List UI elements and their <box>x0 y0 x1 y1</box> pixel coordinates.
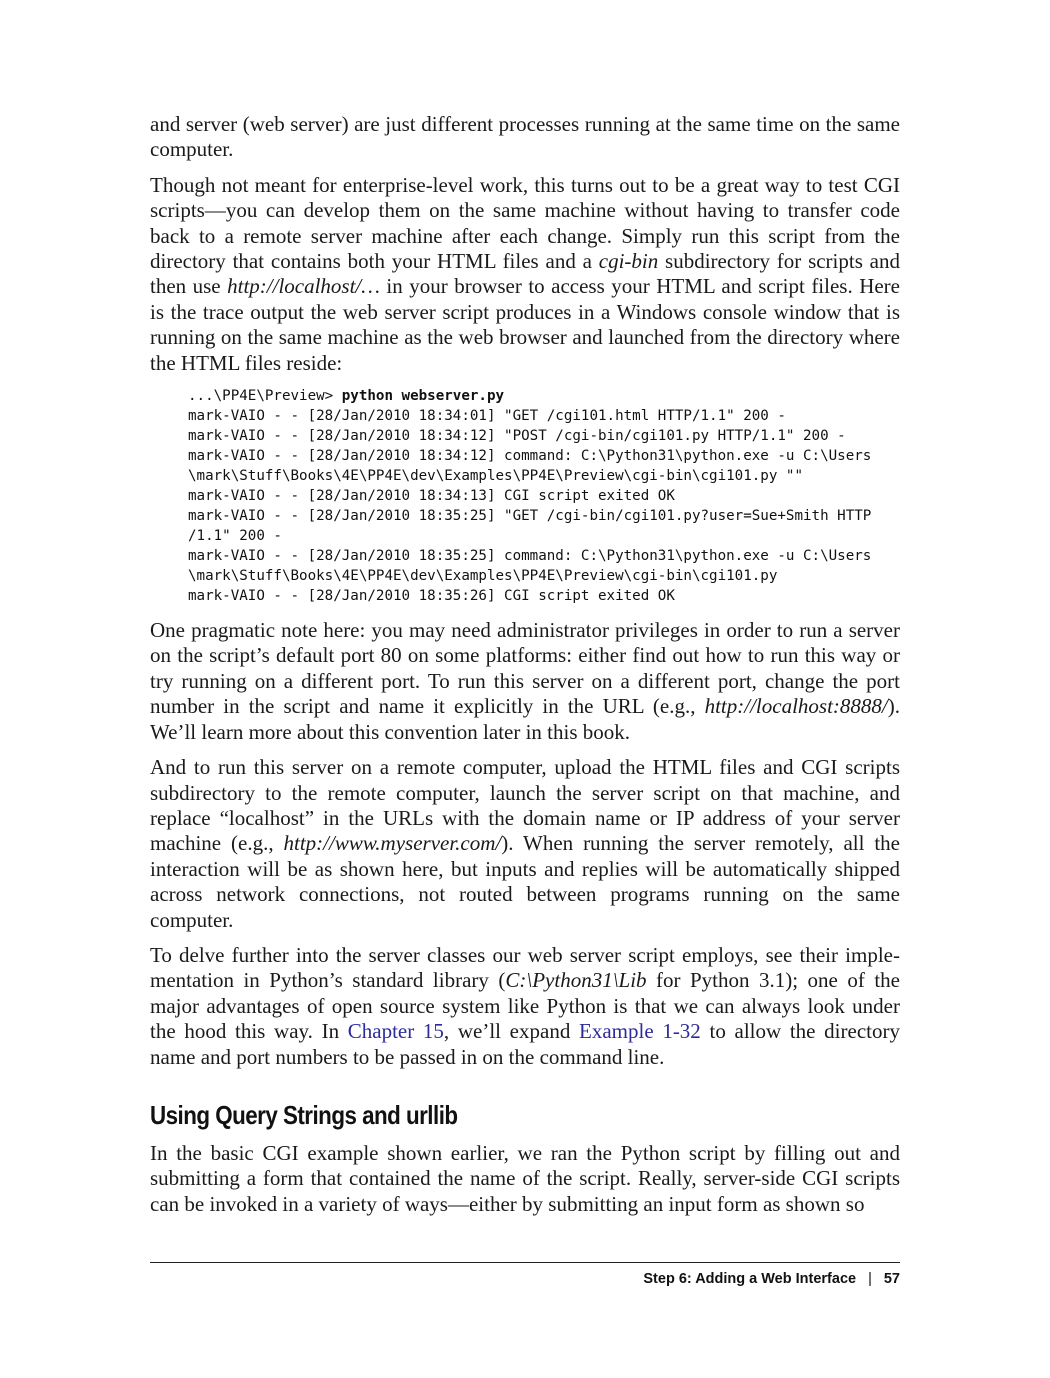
console-command: python webserver.py <box>341 388 505 405</box>
console-output: mark-VAIO - - [28/Jan/2010 18:34:01] "GE… <box>188 408 872 605</box>
cgi-bin-term: cgi-bin <box>598 249 659 274</box>
console-prompt: ...\PP4E\Preview> <box>188 388 342 405</box>
paragraph-text: , we’ll expand <box>443 1019 579 1044</box>
example-1-32-link[interactable]: Example 1-32 <box>579 1019 701 1043</box>
paragraph-testing-cgi: Though not meant for enterprise-level wo… <box>150 173 900 376</box>
page-number: 57 <box>883 1271 900 1287</box>
localhost-port-url: http://localhost:8888/ <box>704 694 888 719</box>
localhost-url: http://localhost/… <box>227 274 380 299</box>
console-trace-code-block: ...\PP4E\Preview> python webserver.py ma… <box>188 386 900 606</box>
footer-divider <box>150 1262 900 1263</box>
footer-title: Step 6: Adding a Web Interface <box>643 1271 857 1287</box>
page-content: and server (web server) are just differe… <box>150 112 900 1227</box>
chapter-15-link[interactable]: Chapter 15 <box>348 1019 444 1043</box>
page-footer: Step 6: Adding a Web Interface | 57 <box>643 1271 900 1287</box>
python-lib-path: C:\Python31\Lib <box>505 968 647 993</box>
footer-separator: | <box>868 1271 872 1287</box>
myserver-url: http://www.myserver.com/ <box>283 831 502 856</box>
paragraph-intro: and server (web server) are just differe… <box>150 112 900 163</box>
section-heading: Using Query Strings and urllib <box>150 1099 458 1130</box>
paragraph-query-strings: In the basic CGI example shown earlier, … <box>150 1141 900 1217</box>
paragraph-text: In the basic CGI example shown earlier, … <box>150 1140 900 1216</box>
paragraph-remote-server: And to run this server on a remote compu… <box>150 755 900 933</box>
paragraph-port-note: One pragmatic note here: you may need ad… <box>150 618 900 745</box>
paragraph-text: and server (web server) are just differe… <box>150 112 900 162</box>
paragraph-server-classes: To delve further into the server classes… <box>150 943 900 1070</box>
